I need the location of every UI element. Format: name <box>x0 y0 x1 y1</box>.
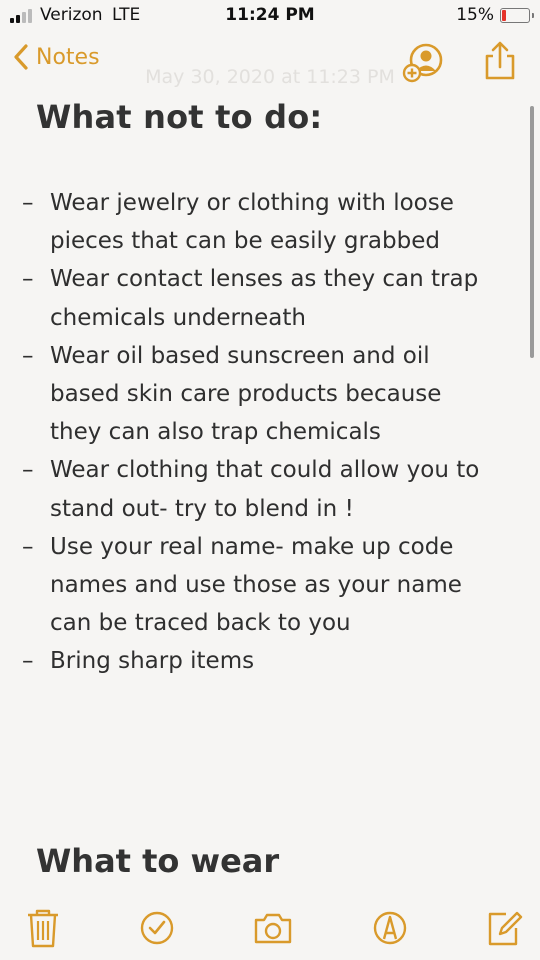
list-item: – Wear contact lenses as they can trap ch… <box>22 266 479 331</box>
note-body[interactable]: What not to do: <box>36 98 506 136</box>
note-heading-2: What to wear <box>36 842 280 880</box>
battery-percent: 15% <box>456 5 494 25</box>
list-item-text: Bring sharp items <box>50 648 255 675</box>
bottom-toolbar <box>0 906 540 952</box>
list-item-text: Wear jewelry or clothing with loose piec… <box>50 190 454 255</box>
note-heading: What not to do: <box>36 98 323 136</box>
compose-icon[interactable] <box>484 906 526 950</box>
share-icon[interactable] <box>482 40 518 82</box>
markup-icon[interactable] <box>369 906 411 950</box>
camera-icon[interactable] <box>252 906 294 950</box>
note-list: – Wear jewelry or clothing with loose pie… <box>22 184 482 681</box>
checklist-icon[interactable] <box>136 906 178 950</box>
battery-icon <box>500 8 534 23</box>
list-item: – Wear jewelry or clothing with loose pie… <box>22 190 454 255</box>
trash-icon[interactable] <box>22 906 64 950</box>
list-item-text: Wear contact lenses as they can trap che… <box>50 266 479 331</box>
list-item: – Use your real name- make up code names … <box>22 533 462 637</box>
scrollbar[interactable] <box>530 106 534 358</box>
list-item-text: Wear oil based sunscreen and oil based s… <box>50 342 442 446</box>
list-item-text: Wear clothing that could allow you to st… <box>50 457 480 522</box>
add-people-icon[interactable] <box>402 42 444 84</box>
list-item: – Wear clothing that could allow you to s… <box>22 457 480 522</box>
status-bar: Verizon LTE 11:24 PM 15% <box>0 0 540 32</box>
note-date: May 30, 2020 at 11:23 PM <box>145 66 395 88</box>
list-item: – Wear oil based sunscreen and oil based … <box>22 342 442 446</box>
navigation-bar: Notes May 30, 2020 at 11:23 PM <box>0 36 540 88</box>
list-item-text: Use your real name- make up code names a… <box>50 533 462 637</box>
list-item: – Bring sharp items <box>22 648 255 675</box>
